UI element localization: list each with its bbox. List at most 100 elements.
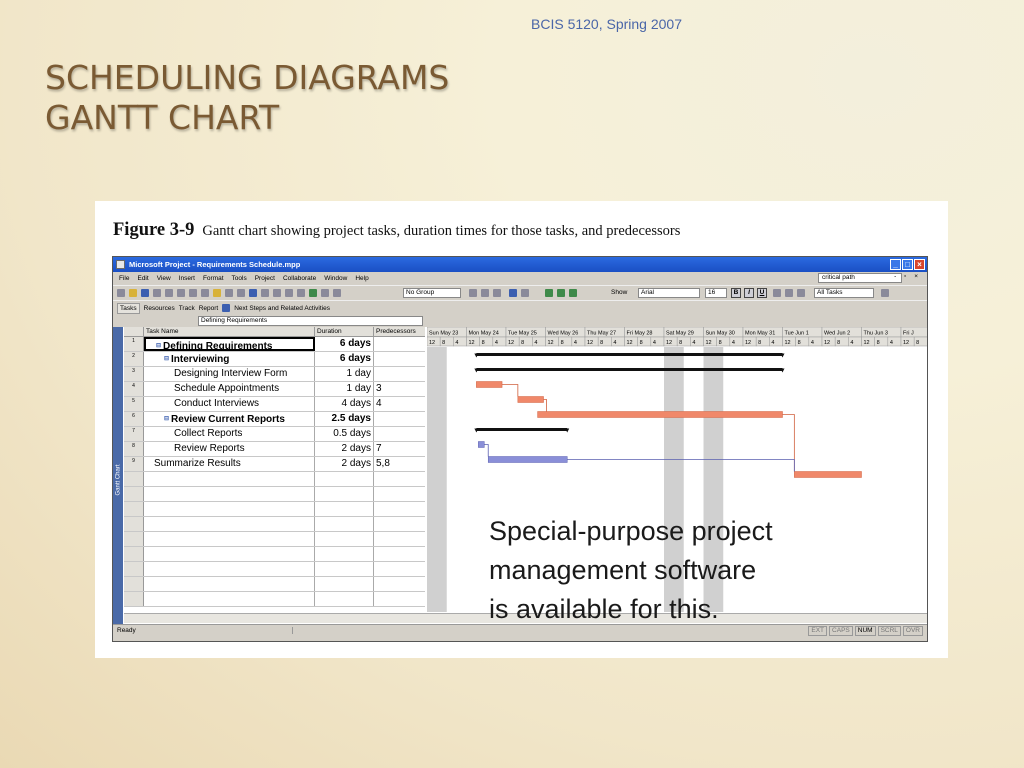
row-number[interactable] xyxy=(124,577,144,591)
minimize-icon[interactable]: _ xyxy=(890,259,901,270)
format-painter-icon[interactable] xyxy=(225,289,233,297)
row-number[interactable]: 7 xyxy=(124,427,144,441)
row-number[interactable]: 6 xyxy=(124,412,144,426)
row-number[interactable]: 9 xyxy=(124,457,144,471)
task-name-cell[interactable] xyxy=(144,502,315,516)
task-name-cell[interactable]: Summarize Results xyxy=(144,457,315,471)
print-icon[interactable] xyxy=(153,289,161,297)
row-number[interactable]: 4 xyxy=(124,382,144,396)
task-name-cell[interactable] xyxy=(144,547,315,561)
task-name-cell[interactable] xyxy=(144,487,315,501)
unlink-tasks-icon[interactable] xyxy=(273,289,281,297)
preview-icon[interactable] xyxy=(165,289,173,297)
row-number[interactable] xyxy=(124,487,144,501)
show-icon[interactable] xyxy=(569,289,577,297)
table-row[interactable]: 2 ⊟ Interviewing 6 days xyxy=(124,352,425,367)
duration-cell[interactable] xyxy=(315,547,374,561)
row-number[interactable] xyxy=(124,532,144,546)
duration-cell[interactable]: 0.5 days xyxy=(315,427,374,441)
predecessors-cell[interactable] xyxy=(374,472,425,486)
predecessors-cell[interactable] xyxy=(374,502,425,516)
row-number[interactable]: 1 xyxy=(124,337,144,351)
copy-picture-icon[interactable] xyxy=(509,289,517,297)
goto-task-icon[interactable] xyxy=(493,289,501,297)
table-row[interactable]: 9 Summarize Results 2 days 5,8 xyxy=(124,457,425,472)
header-predecessors[interactable]: Predecessors xyxy=(374,327,425,336)
predecessors-cell[interactable] xyxy=(374,367,425,381)
select-all-cell[interactable] xyxy=(124,327,144,336)
maximize-icon[interactable]: □ xyxy=(902,259,913,270)
open-icon[interactable] xyxy=(129,289,137,297)
row-number[interactable]: 8 xyxy=(124,442,144,456)
header-duration[interactable]: Duration xyxy=(315,327,374,336)
duration-cell[interactable]: 1 day xyxy=(315,382,374,396)
table-row[interactable]: 7 Collect Reports 0.5 days xyxy=(124,427,425,442)
collapse-icon[interactable]: ⊟ xyxy=(156,343,161,349)
duration-cell[interactable]: 6 days xyxy=(315,352,374,366)
notes-icon[interactable] xyxy=(309,289,317,297)
predecessors-cell[interactable]: 3 xyxy=(374,382,425,396)
link-tasks-icon[interactable] xyxy=(261,289,269,297)
menu-window[interactable]: Window xyxy=(324,275,347,282)
table-row[interactable] xyxy=(124,502,425,517)
entry-field[interactable]: Defining Requirements xyxy=(198,316,423,326)
table-row[interactable] xyxy=(124,592,425,607)
row-number[interactable] xyxy=(124,562,144,576)
menu-collaborate[interactable]: Collaborate xyxy=(283,275,316,282)
task-name-cell[interactable]: ⊟ Review Current Reports xyxy=(144,412,315,426)
duration-cell[interactable]: 2 days xyxy=(315,457,374,471)
row-number[interactable]: 5 xyxy=(124,397,144,411)
duration-cell[interactable] xyxy=(315,517,374,531)
task-name-cell[interactable]: Conduct Interviews xyxy=(144,397,315,411)
task-name-cell[interactable] xyxy=(144,472,315,486)
table-row[interactable]: 4 Schedule Appointments 1 day 3 xyxy=(124,382,425,397)
task-name-cell[interactable] xyxy=(144,532,315,546)
table-row[interactable]: 5 Conduct Interviews 4 days 4 xyxy=(124,397,425,412)
align-center-icon[interactable] xyxy=(785,289,793,297)
row-number[interactable]: 3 xyxy=(124,367,144,381)
predecessors-cell[interactable] xyxy=(374,592,425,606)
table-row[interactable]: 6 ⊟ Review Current Reports 2.5 days xyxy=(124,412,425,427)
task-info-icon[interactable] xyxy=(297,289,305,297)
task-name-cell[interactable]: Collect Reports xyxy=(144,427,315,441)
collapse-icon[interactable]: ⊟ xyxy=(164,356,169,362)
indent-right-icon[interactable] xyxy=(557,289,565,297)
copy-icon[interactable] xyxy=(201,289,209,297)
predecessors-cell[interactable] xyxy=(374,337,425,351)
predecessors-cell[interactable] xyxy=(374,517,425,531)
menu-tools[interactable]: Tools xyxy=(232,275,247,282)
row-number[interactable] xyxy=(124,517,144,531)
critical-path-box[interactable]: critical path xyxy=(818,273,902,283)
duration-cell[interactable]: 6 days xyxy=(315,337,374,351)
underline-button[interactable]: U xyxy=(757,288,767,298)
duration-cell[interactable]: 4 days xyxy=(315,397,374,411)
align-right-icon[interactable] xyxy=(797,289,805,297)
cut-icon[interactable] xyxy=(189,289,197,297)
font-size-combo[interactable]: 16 xyxy=(705,288,727,298)
group-combo[interactable]: No Group xyxy=(403,288,461,298)
tasks-button[interactable]: Tasks xyxy=(117,302,140,314)
predecessors-cell[interactable]: 7 xyxy=(374,442,425,456)
view-bar[interactable]: Gantt Chart xyxy=(113,327,123,624)
duration-cell[interactable] xyxy=(315,592,374,606)
assign-resources-icon[interactable] xyxy=(321,289,329,297)
duration-cell[interactable]: 1 day xyxy=(315,367,374,381)
zoom-out-icon[interactable] xyxy=(481,289,489,297)
predecessors-cell[interactable] xyxy=(374,577,425,591)
spelling-icon[interactable] xyxy=(177,289,185,297)
close-icon[interactable]: × xyxy=(914,259,925,270)
predecessors-cell[interactable] xyxy=(374,547,425,561)
font-combo[interactable]: Arial xyxy=(638,288,700,298)
zoom-in-icon[interactable] xyxy=(469,289,477,297)
task-name-cell[interactable]: Schedule Appointments xyxy=(144,382,315,396)
bold-button[interactable]: B xyxy=(731,288,741,298)
row-number[interactable] xyxy=(124,592,144,606)
predecessors-cell[interactable]: 5,8 xyxy=(374,457,425,471)
undo-icon[interactable] xyxy=(237,289,245,297)
row-number[interactable] xyxy=(124,502,144,516)
report-button[interactable]: Report xyxy=(199,305,219,312)
duration-cell[interactable] xyxy=(315,562,374,576)
predecessors-cell[interactable] xyxy=(374,427,425,441)
task-name-cell[interactable] xyxy=(144,562,315,576)
duration-cell[interactable] xyxy=(315,532,374,546)
